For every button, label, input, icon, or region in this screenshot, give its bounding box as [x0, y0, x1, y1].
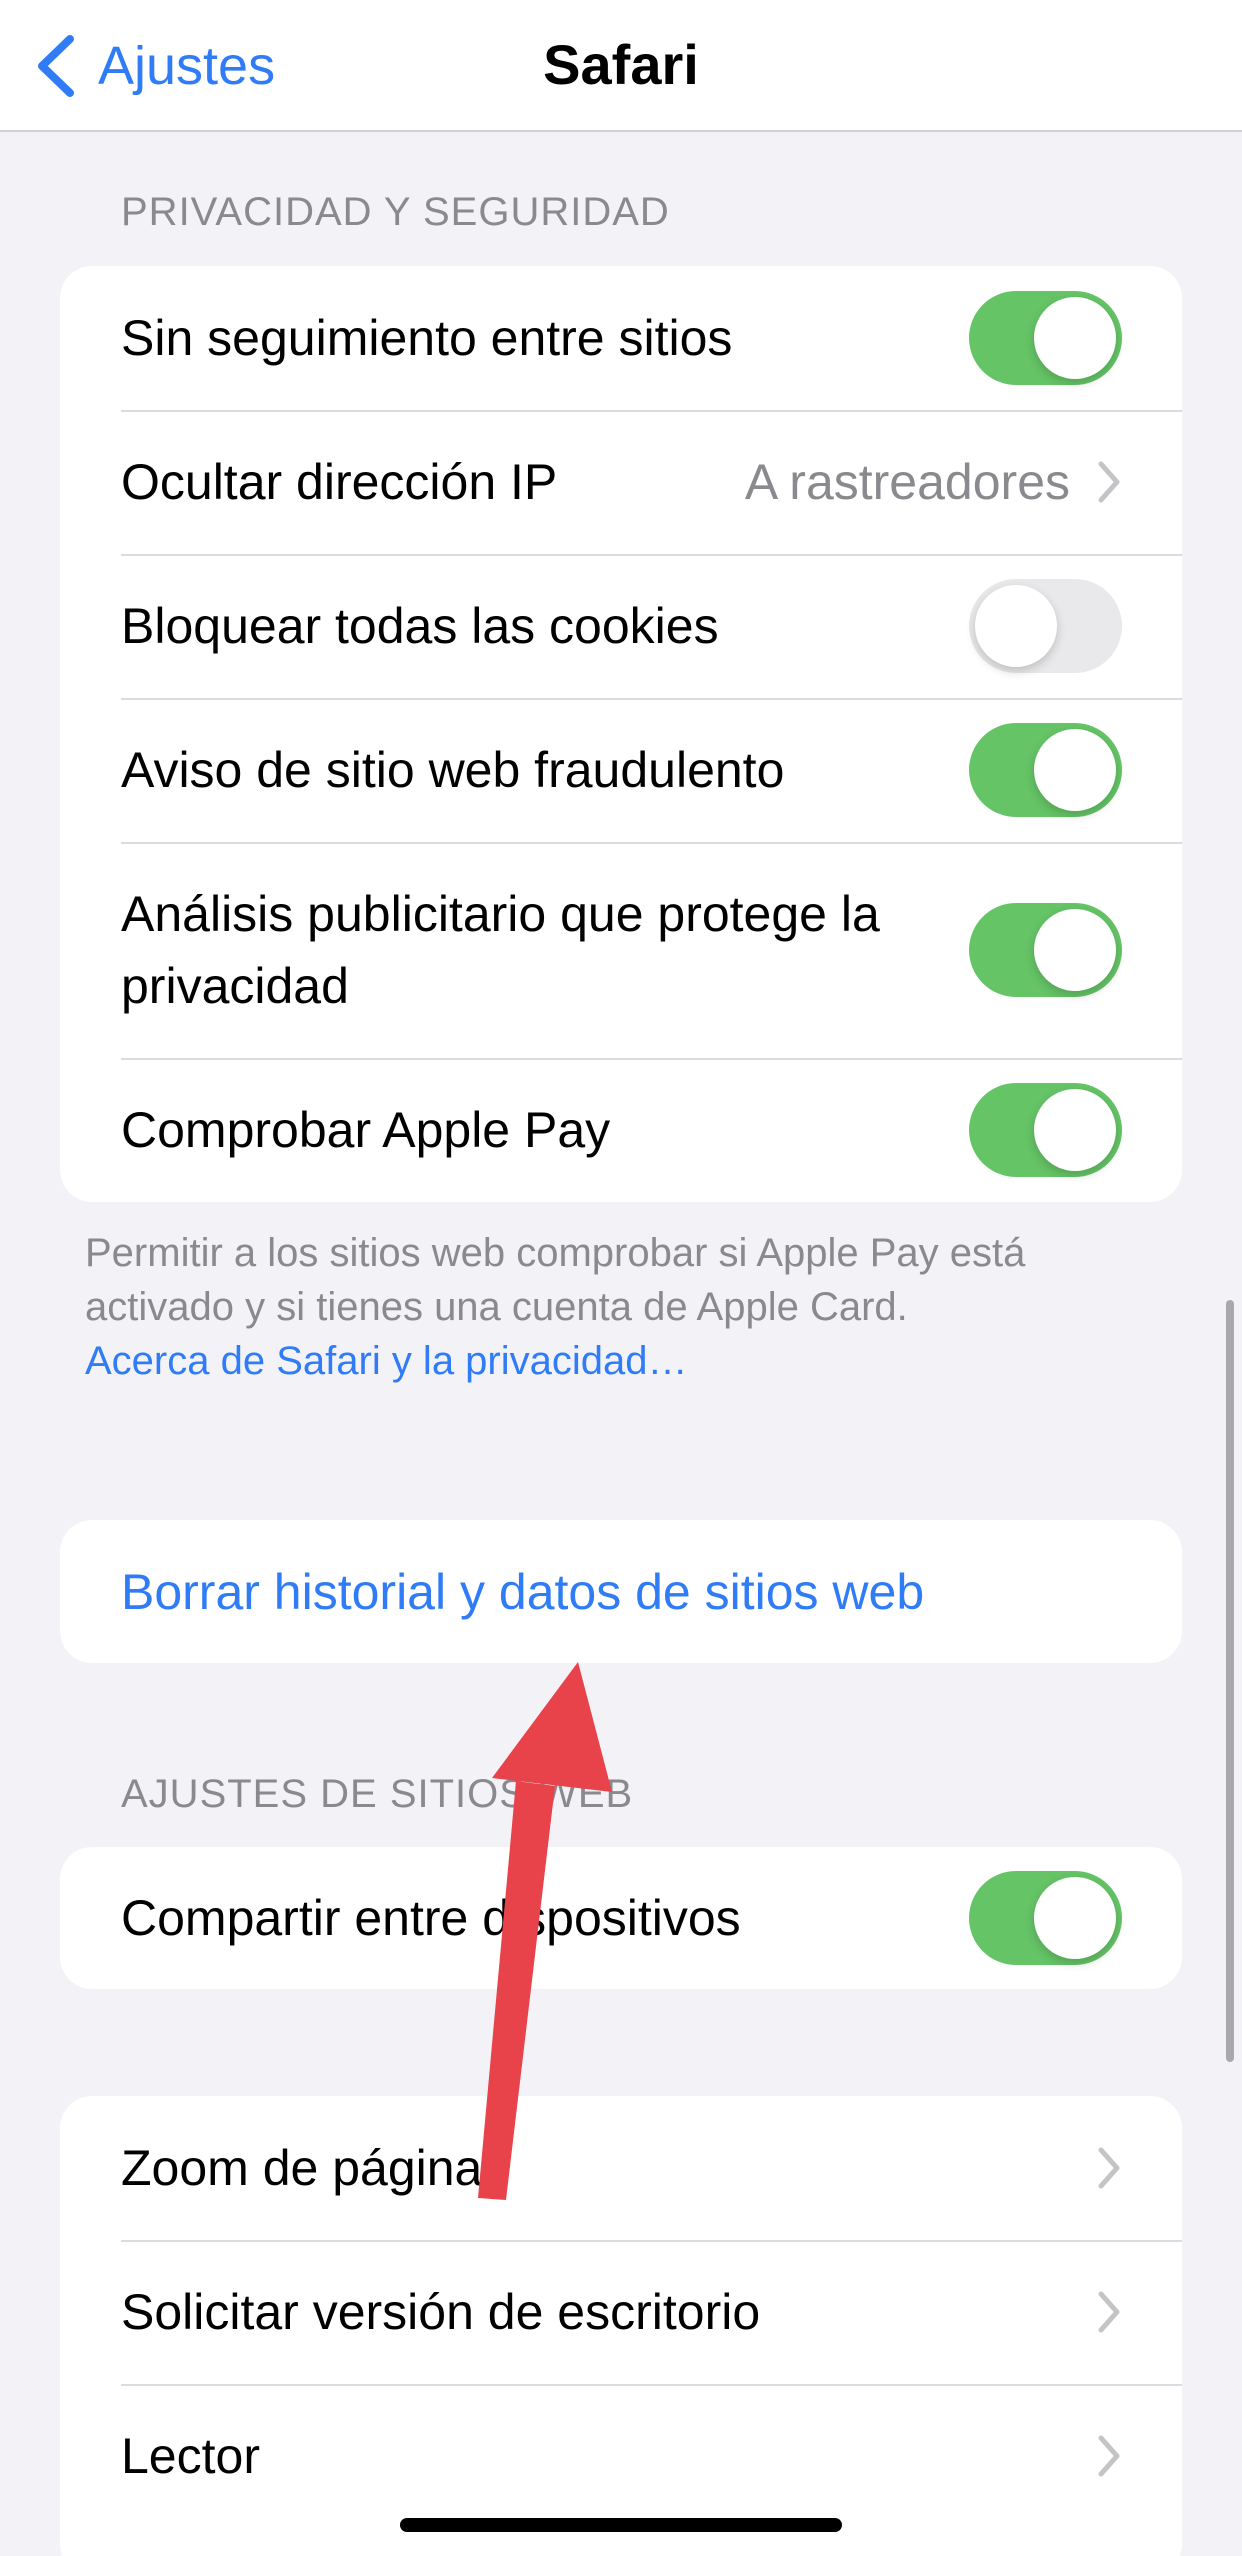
home-indicator[interactable]	[400, 2518, 842, 2532]
safari-settings-screen: Ajustes Safari PRIVACIDAD Y SEGURIDAD Si…	[0, 0, 1242, 2556]
annotation-arrow-icon	[478, 1662, 612, 2200]
